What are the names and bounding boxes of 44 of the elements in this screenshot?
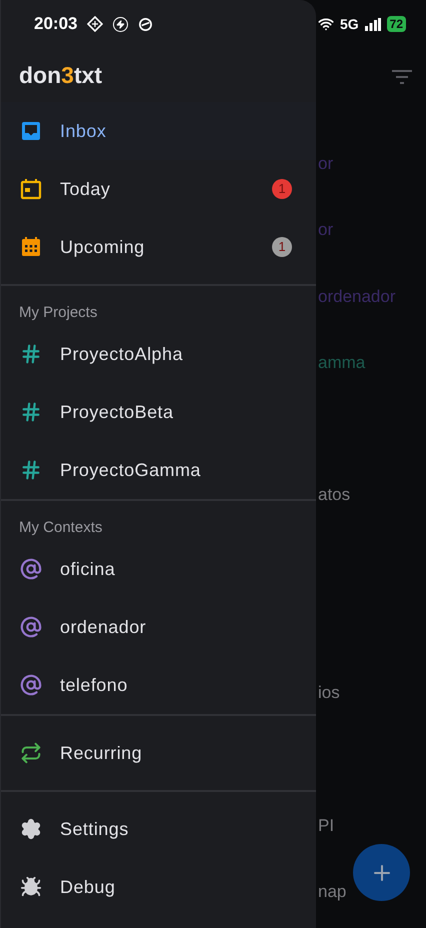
drawer-item[interactable]: Upcoming 1 bbox=[1, 218, 316, 276]
repeat-icon bbox=[20, 742, 42, 764]
drawer-item[interactable]: ProyectoBeta bbox=[1, 383, 316, 441]
hash-icon bbox=[20, 401, 42, 423]
at-sign-icon bbox=[20, 616, 42, 638]
calendar-grid-icon bbox=[19, 235, 43, 259]
settings-icon bbox=[20, 818, 42, 840]
task-title: PI bbox=[318, 815, 334, 837]
drawer-item[interactable]: Settings bbox=[1, 800, 316, 858]
section-header: My Projects bbox=[18, 303, 98, 323]
flash-icon bbox=[113, 16, 128, 32]
inbox-icon bbox=[19, 119, 43, 143]
at-sign-icon bbox=[20, 558, 42, 580]
drawer-item[interactable]: Today 1 bbox=[1, 160, 316, 218]
drawer-item[interactable]: Recurring bbox=[1, 724, 316, 782]
count-badge: 1 bbox=[272, 179, 292, 199]
drawer-item[interactable]: ordenador bbox=[1, 598, 316, 656]
task-title: or bbox=[318, 153, 334, 175]
hash-icon bbox=[20, 459, 42, 481]
task-title: nap bbox=[318, 881, 346, 903]
drawer-item[interactable]: oficina bbox=[1, 540, 316, 598]
at-sign-icon bbox=[20, 674, 42, 696]
hotspot-icon bbox=[318, 16, 334, 32]
task-title: ordenador bbox=[318, 286, 396, 308]
task-title: amma bbox=[318, 352, 366, 374]
network-type: 5G bbox=[340, 14, 359, 34]
battery-indicator: 72 bbox=[386, 16, 406, 32]
count-badge: 1 bbox=[272, 237, 292, 257]
task-title: ios bbox=[318, 682, 340, 704]
calendar-icon bbox=[19, 177, 43, 201]
task-title: or bbox=[318, 219, 334, 241]
diamond-grid-icon bbox=[87, 16, 104, 32]
clock: 20:03 bbox=[34, 13, 78, 36]
hash-icon bbox=[20, 343, 42, 365]
drawer-item[interactable]: Debug bbox=[1, 858, 316, 916]
app-title: don3txt bbox=[18, 60, 104, 90]
drawer-item[interactable]: ProyectoAlpha bbox=[1, 325, 316, 383]
section-header: My Contexts bbox=[18, 518, 104, 538]
filter-icon[interactable] bbox=[392, 70, 412, 84]
drawer-item[interactable]: ProyectoGamma bbox=[1, 441, 316, 499]
bug-icon bbox=[20, 876, 42, 898]
signal-icon bbox=[364, 18, 381, 30]
task-title: atos bbox=[318, 484, 350, 506]
drawer-item[interactable]: telefono bbox=[1, 656, 316, 714]
